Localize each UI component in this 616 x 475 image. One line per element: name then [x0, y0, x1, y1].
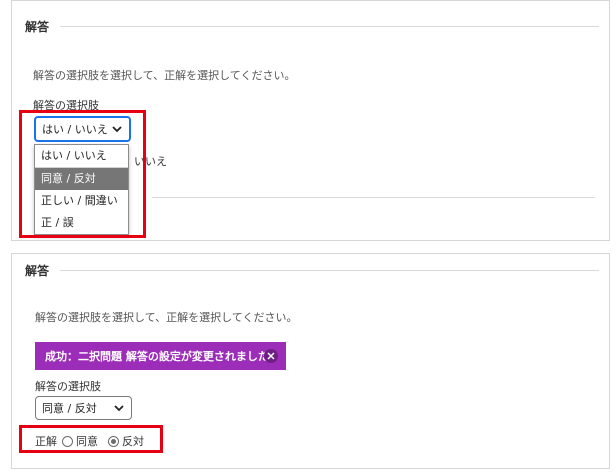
highlight-box: [19, 110, 146, 238]
success-message: 成功：二択問題 解答の設定が変更されました。: [45, 350, 280, 363]
faint-divider: [152, 197, 595, 198]
close-icon[interactable]: [264, 349, 278, 363]
answer-choice-select[interactable]: 同意 / 反対: [35, 396, 132, 420]
chevron-down-icon: [113, 402, 125, 414]
instruction-text: 解答の選択肢を選択して、正解を選択してください。: [35, 311, 298, 324]
success-banner: 成功：二択問題 解答の設定が変更されました。: [35, 342, 286, 370]
section-divider: [60, 26, 599, 27]
section-title: 解答: [25, 20, 50, 34]
section-title: 解答: [25, 264, 50, 278]
highlight-box: [19, 425, 163, 453]
answer-choice-label: 解答の選択肢: [35, 380, 101, 393]
instruction-text: 解答の選択肢を選択して、正解を選択してください。: [33, 69, 296, 82]
section-divider: [60, 270, 599, 271]
select-value: 同意 / 反対: [42, 402, 97, 415]
